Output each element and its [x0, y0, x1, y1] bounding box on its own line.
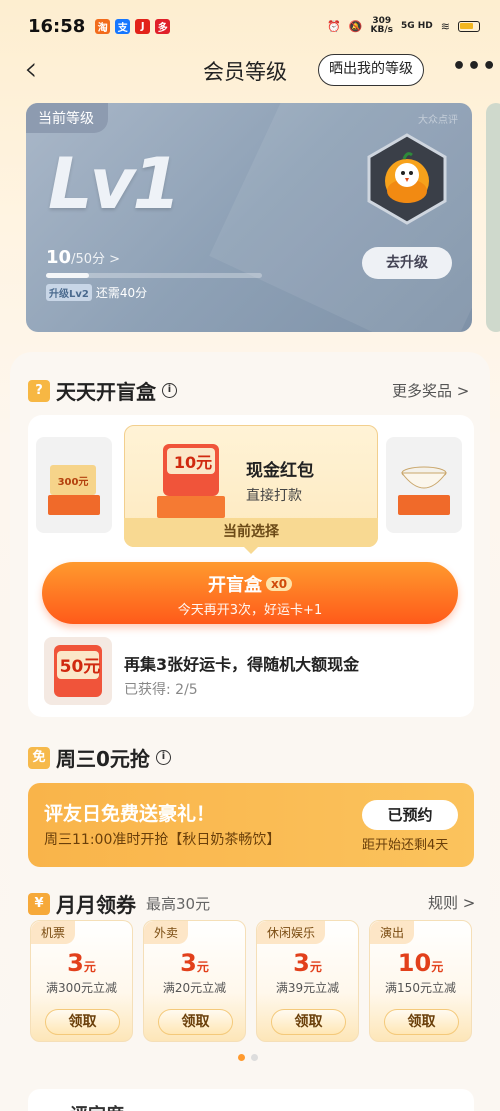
rules-link[interactable]: 规则 >	[428, 892, 475, 913]
coupon-card: 机票 3元 满300元立减 领取	[30, 920, 133, 1042]
claim-coupon-button[interactable]: 领取	[45, 1009, 120, 1035]
coupon-condition: 满150元立减	[385, 981, 456, 995]
claim-coupon-button[interactable]: 领取	[384, 1009, 459, 1035]
countdown-text: 距开始还剩4天	[362, 838, 449, 853]
coupons-title: 月月领券	[56, 893, 136, 917]
jd-icon: J	[135, 18, 151, 34]
taobao-icon: 淘	[95, 18, 111, 34]
status-bar: 16:58 淘 支 J 多 ⏰ 🔕 309 KB/s 5G HD ≋	[0, 0, 500, 52]
upgrade-button[interactable]: 去升级	[362, 247, 452, 279]
selection-pointer-icon	[243, 546, 259, 554]
claim-coupon-button[interactable]: 领取	[158, 1009, 233, 1035]
page-title: 会员等级	[203, 60, 287, 84]
level-points[interactable]: 10/50分 >	[46, 247, 120, 268]
info-icon[interactable]: i	[162, 383, 177, 398]
coupon-category: 休闲娱乐	[257, 921, 326, 944]
upgrade-requirement-text: 还需40分	[95, 286, 148, 300]
level-progress-bar	[46, 273, 262, 278]
coupon-value: 3元	[67, 949, 96, 977]
coupons-subtitle: 最高30元	[146, 895, 211, 913]
cash-packet-icon: 50元	[54, 645, 102, 697]
coupon-value: 10元	[397, 949, 444, 977]
coupons-header: ¥ 月月领券 最高30元	[28, 889, 210, 918]
open-count-badge: x0	[265, 577, 293, 591]
status-time: 16:58	[28, 15, 86, 37]
luck-reward-amount: 50元	[60, 657, 101, 677]
wednesday-card-subtitle: 周三11:00准时开抢【秋日奶茶畅饮】	[44, 832, 281, 848]
alarm-icon: ⏰	[327, 19, 341, 33]
blind-box-header: ? 天天开盲盒 i	[28, 376, 177, 405]
coupon-condition: 满300元立减	[46, 981, 117, 995]
coupon-value: 3元	[180, 949, 209, 977]
carousel-dots	[238, 1054, 258, 1061]
more-prizes-link[interactable]: 更多奖品 >	[392, 380, 469, 401]
upgrade-requirement: 升级Lv2 还需40分	[46, 284, 147, 301]
current-selection-label: 当前选择	[124, 518, 378, 547]
coupon-condition: 满20元立减	[162, 981, 227, 995]
blind-box-title: 天天开盲盒	[56, 380, 156, 404]
reserved-button[interactable]: 已预约	[362, 800, 458, 830]
next-section-title: 评定度	[70, 1101, 124, 1111]
free-icon: 免	[28, 746, 50, 769]
brand-watermark: 大众点评	[418, 115, 458, 126]
coupon-value: 3元	[293, 949, 322, 977]
wifi-icon: ≋	[440, 19, 450, 33]
cash-voucher-icon: 300元	[48, 465, 100, 515]
luck-card-progress: 已获得: 2/5	[124, 682, 198, 698]
bowl-icon	[398, 466, 450, 515]
coupon-card: 休闲娱乐 3元 满39元立减 领取	[256, 920, 359, 1042]
red-packet-icon: 10元	[157, 444, 225, 518]
wednesday-card-title: 评友日免费送豪礼！	[44, 803, 216, 825]
more-icon[interactable]: •••	[452, 54, 497, 79]
carousel-dot[interactable]	[251, 1054, 258, 1061]
status-app-icons: 淘 支 J 多	[95, 18, 171, 34]
coupon-category: 机票	[31, 921, 76, 944]
signal-icon: 5G HD	[400, 20, 433, 31]
wednesday-title: 周三0元抢	[56, 747, 150, 771]
level-text: Lv1	[48, 143, 181, 225]
status-right: ⏰ 🔕 309 KB/s 5G HD ≋	[327, 17, 480, 35]
coupon-icon: ¥	[28, 892, 50, 915]
level-progress-fill	[46, 273, 90, 278]
next-level-card-peek[interactable]	[486, 103, 500, 332]
level-badge-icon	[367, 133, 447, 225]
prize-center-amount: 10元	[174, 453, 212, 472]
nav-header: ‹ 会员等级 晒出我的等级 •••	[0, 52, 500, 88]
back-icon[interactable]: ‹	[24, 52, 38, 86]
open-button-label: 开盲盒	[207, 575, 262, 596]
gift-box-icon: ?	[28, 379, 50, 402]
coupon-card: 外卖 3元 满20元立减 领取	[143, 920, 246, 1042]
prize-title: 现金红包	[246, 461, 314, 481]
level-card: 当前等级 大众点评 Lv1 10/50分 > 升级Lv2 还需40分 去升级	[26, 103, 472, 332]
next-level-badge: 升级Lv2	[46, 284, 92, 301]
mute-icon: 🔕	[348, 19, 363, 33]
prize-left-amount: 300元	[58, 476, 89, 488]
prize-option-left[interactable]: 300元	[36, 437, 112, 533]
wednesday-header: 免 周三0元抢 i	[28, 743, 171, 772]
coupon-condition: 满39元立减	[275, 981, 340, 995]
alipay-icon: 支	[115, 18, 131, 34]
battery-icon	[458, 20, 480, 32]
coupon-category: 演出	[370, 921, 415, 944]
prize-subtitle: 直接打款	[246, 488, 302, 504]
claim-coupon-button[interactable]: 领取	[271, 1009, 346, 1035]
info-icon[interactable]: i	[155, 750, 171, 765]
open-blind-box-button[interactable]: 开盲盒 x0 今天再开3次，好运卡+1	[42, 562, 458, 624]
carousel-dot-active[interactable]	[238, 1054, 245, 1061]
coupon-category: 外卖	[144, 921, 189, 944]
luck-card-title: 再集3张好运卡，得随机大额现金	[124, 655, 360, 674]
luck-reward-icon: 50元	[44, 637, 112, 705]
open-button-subtitle: 今天再开3次，好运卡+1	[177, 603, 323, 618]
network-speed: 309 KB/s	[370, 16, 393, 35]
share-level-button[interactable]: 晒出我的等级	[318, 54, 424, 86]
level-card-tag: 当前等级	[26, 103, 108, 133]
coupon-card: 演出 10元 满150元立减 领取	[369, 920, 472, 1042]
prize-option-right[interactable]	[386, 437, 462, 533]
pdd-icon: 多	[155, 18, 171, 34]
